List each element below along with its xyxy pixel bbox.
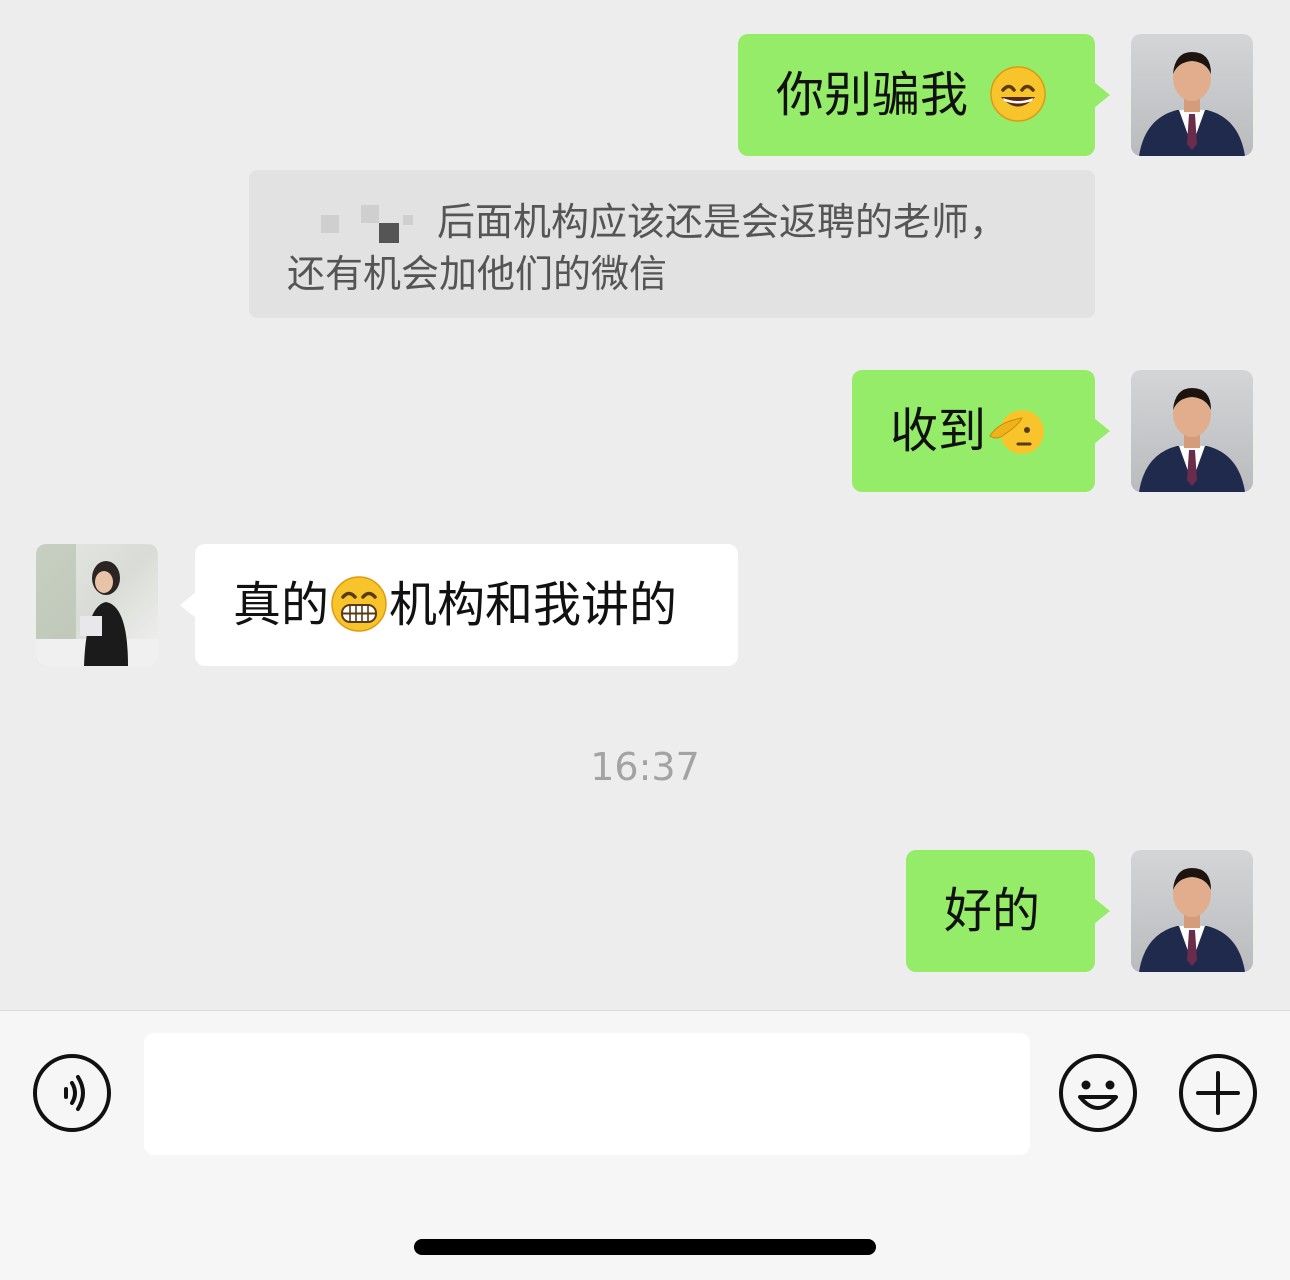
- home-indicator[interactable]: [414, 1239, 876, 1255]
- bubble-tail: [180, 592, 196, 618]
- message-text: 收到: [890, 403, 987, 459]
- man-in-suit-avatar-icon: [1139, 868, 1245, 972]
- grimacing-face-emoji-icon: [331, 576, 387, 632]
- my-message-bubble[interactable]: 收到: [852, 370, 1110, 492]
- saluting-face-emoji-icon: [989, 410, 1045, 454]
- my-avatar[interactable]: [1131, 34, 1253, 156]
- my-avatar[interactable]: [1131, 370, 1253, 492]
- grinning-face-emoji-icon: [990, 66, 1046, 122]
- plus-icon[interactable]: [1178, 1053, 1258, 1133]
- message-text-before: 真的: [233, 577, 330, 633]
- message-text: 好的: [944, 883, 1041, 939]
- quote-line-2: 还有机会加他们的微信: [287, 252, 668, 296]
- bubble-tail: [1094, 898, 1110, 924]
- bubble-tail: [1094, 418, 1110, 444]
- quoted-message[interactable]: 后面机构应该还是会返聘的老师， 还有机会加他们的微信: [249, 170, 1095, 318]
- man-in-suit-avatar-icon: [1139, 388, 1245, 492]
- message-timestamp: 16:37: [590, 745, 700, 789]
- emoji-icon[interactable]: [1058, 1053, 1138, 1133]
- message-text: 你别骗我: [776, 67, 969, 123]
- bubble-tail: [1094, 82, 1110, 108]
- quote-line-1: 后面机构应该还是会返聘的老师，: [287, 196, 1065, 248]
- man-in-suit-avatar-icon: [1139, 52, 1245, 156]
- voice-icon[interactable]: [32, 1053, 112, 1133]
- message-text-after: 机构和我讲的: [389, 577, 678, 633]
- chat-area: 你别骗我 后面机构应该还是会返聘的老师， 还有机会加他们的微信 收到 真的 机构…: [0, 0, 1290, 1010]
- my-avatar[interactable]: [1131, 850, 1253, 972]
- contact-avatar[interactable]: [36, 544, 158, 666]
- contact-message-bubble[interactable]: 真的 机构和我讲的: [180, 544, 738, 666]
- my-message-bubble[interactable]: 你别骗我: [738, 34, 1110, 156]
- woman-photo-avatar-icon: [36, 544, 158, 666]
- message-input[interactable]: [144, 1033, 1030, 1155]
- blurred-name: [287, 204, 437, 245]
- my-message-bubble[interactable]: 好的: [906, 850, 1110, 972]
- input-toolbar: [0, 1010, 1290, 1280]
